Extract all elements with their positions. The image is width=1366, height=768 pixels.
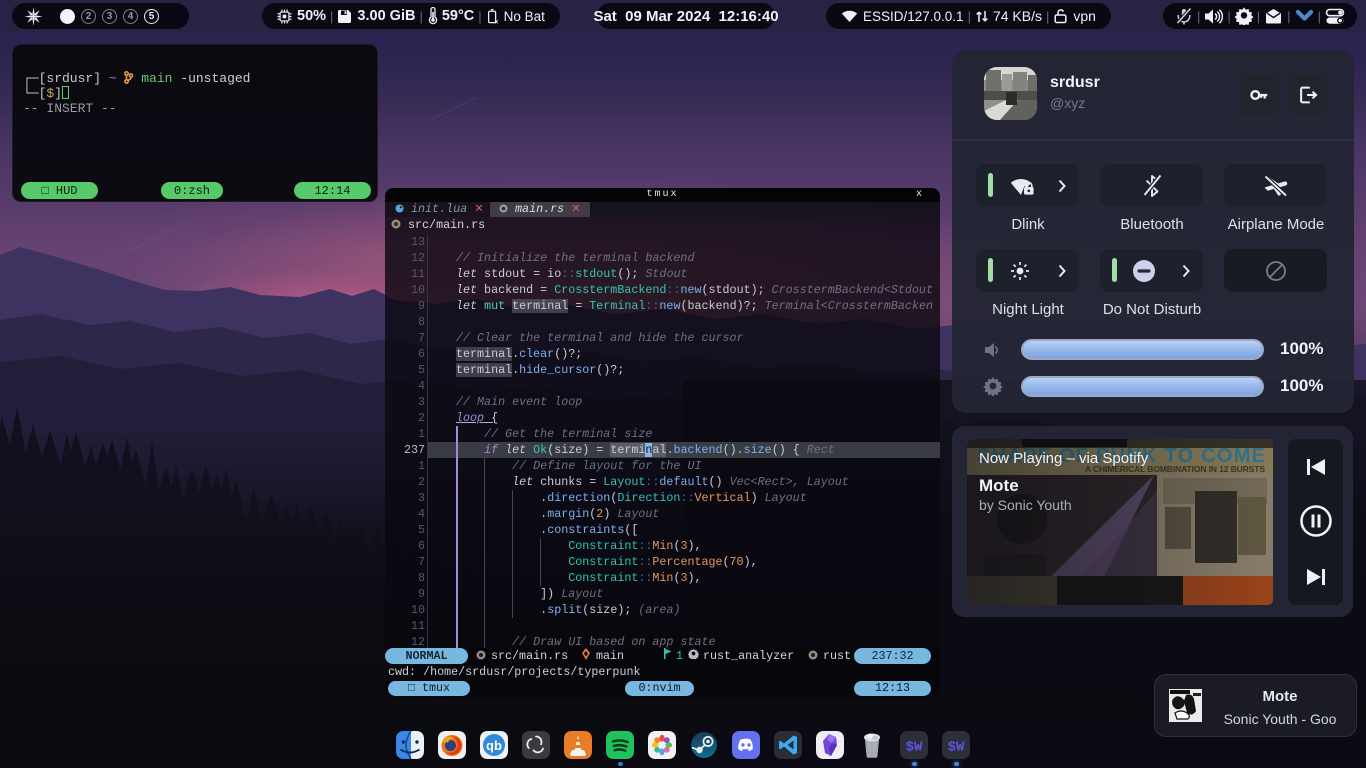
svg-text:$W: $W — [906, 740, 923, 756]
svg-text:x: x — [494, 18, 498, 25]
svg-text:qb: qb — [486, 738, 502, 753]
svg-text:$W: $W — [948, 740, 965, 756]
